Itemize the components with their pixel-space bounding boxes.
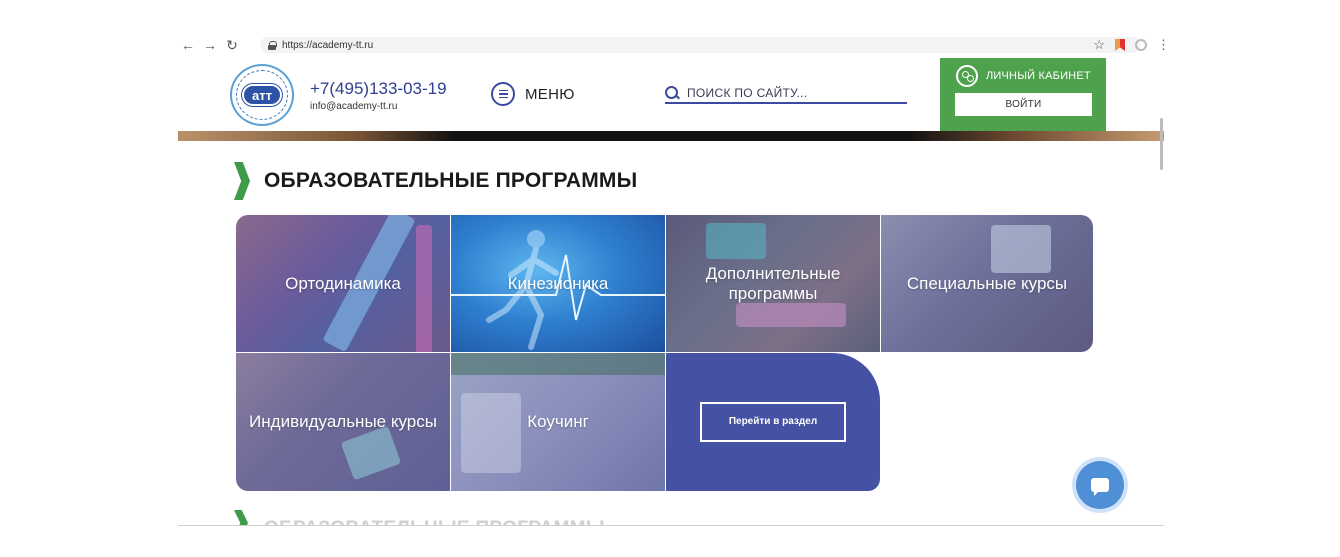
- star-icon[interactable]: ☆: [1093, 37, 1105, 53]
- email-link[interactable]: info@academy-tt.ru: [310, 101, 397, 112]
- browser-toolbar: ← → ↻ https://academy-tt.ru ☆ ⋮: [180, 36, 1170, 54]
- tile-label: Коучинг: [527, 412, 589, 432]
- lock-icon: [268, 40, 277, 50]
- login-button[interactable]: ВОЙТИ: [955, 93, 1092, 116]
- extension-icon[interactable]: [1135, 39, 1147, 51]
- logo-ring: [236, 70, 288, 120]
- cabinet-header[interactable]: ЛИЧНЫЙ КАБИНЕТ: [956, 65, 1091, 87]
- reload-icon[interactable]: ↻: [224, 37, 240, 53]
- programs-grid: Ортодинамика Кинезионика Дополнительные …: [236, 215, 1093, 491]
- tile-additional-programs[interactable]: Дополнительные программы: [666, 215, 880, 352]
- cabinet-label: ЛИЧНЫЙ КАБИНЕТ: [986, 70, 1091, 82]
- tile-label: Специальные курсы: [906, 273, 1068, 293]
- poster-decoration: [461, 393, 521, 473]
- section-heading: ОБРАЗОВАТЕЛЬНЫЕ ПРОГРАММЫ: [234, 162, 637, 200]
- tape-roll-decoration: [706, 223, 766, 259]
- more-menu-icon[interactable]: ⋮: [1157, 37, 1170, 53]
- site-header: атт +7(495)133-03-19 info@academy-tt.ru …: [178, 58, 1164, 134]
- chat-button[interactable]: [1076, 461, 1124, 509]
- tile-kinesionics[interactable]: Кинезионика: [451, 215, 665, 352]
- browser-window: ← → ↻ https://academy-tt.ru ☆ ⋮ атт +7(4…: [0, 0, 1340, 557]
- chevron-right-icon: [234, 510, 248, 526]
- users-icon: [956, 65, 978, 87]
- address-bar[interactable]: https://academy-tt.ru: [260, 37, 1140, 53]
- goto-section-button[interactable]: Перейти в раздел: [700, 402, 846, 442]
- menu-icon: [491, 82, 515, 106]
- tape-decoration: [340, 425, 402, 481]
- site-search: [665, 84, 907, 104]
- search-icon[interactable]: [665, 86, 679, 100]
- tape-decoration: [416, 225, 432, 352]
- page-scrollbar[interactable]: [1160, 118, 1163, 170]
- tape-strip-decoration: [736, 303, 846, 327]
- toolbar-actions: ☆ ⋮: [1093, 36, 1170, 54]
- chevron-right-icon: [234, 162, 250, 200]
- tile-coaching[interactable]: Коучинг: [451, 353, 665, 491]
- tile-special-courses[interactable]: Специальные курсы: [881, 215, 1093, 352]
- slide-decoration: [991, 225, 1051, 273]
- search-input[interactable]: [687, 86, 897, 100]
- banner-decoration: [451, 353, 665, 375]
- personal-cabinet: ЛИЧНЫЙ КАБИНЕТ ВОЙТИ: [940, 58, 1106, 132]
- menu-label: МЕНЮ: [525, 85, 575, 103]
- back-arrow-icon[interactable]: ←: [180, 37, 196, 53]
- tile-orthodynamics[interactable]: Ортодинамика: [236, 215, 450, 352]
- tile-label: Дополнительные программы: [705, 263, 841, 303]
- tile-label: Ортодинамика: [285, 273, 401, 293]
- tile-label: Индивидуальные курсы: [249, 412, 437, 432]
- tile-individual-courses[interactable]: Индивидуальные курсы: [236, 353, 450, 491]
- next-section-heading: ОБРАЗОВАТЕЛЬНЫЕ ПРОГРАММЫ: [234, 510, 614, 526]
- forward-arrow-icon[interactable]: →: [202, 37, 218, 53]
- menu-button[interactable]: МЕНЮ: [491, 82, 575, 106]
- chat-bubble-icon: [1091, 478, 1109, 496]
- section-title: ОБРАЗОВАТЕЛЬНЫЕ ПРОГРАММЫ: [264, 169, 638, 192]
- tile-label: Кинезионика: [507, 273, 609, 293]
- url-text: https://academy-tt.ru: [282, 39, 374, 51]
- tile-goto: Перейти в раздел: [666, 353, 880, 491]
- bookmark-extension-icon[interactable]: [1115, 39, 1125, 51]
- phone-number[interactable]: +7(495)133-03-19: [310, 79, 447, 99]
- academy-logo[interactable]: атт: [230, 64, 294, 126]
- hero-image-strip: [178, 131, 1164, 141]
- viewport-bottom-edge: [178, 525, 1164, 526]
